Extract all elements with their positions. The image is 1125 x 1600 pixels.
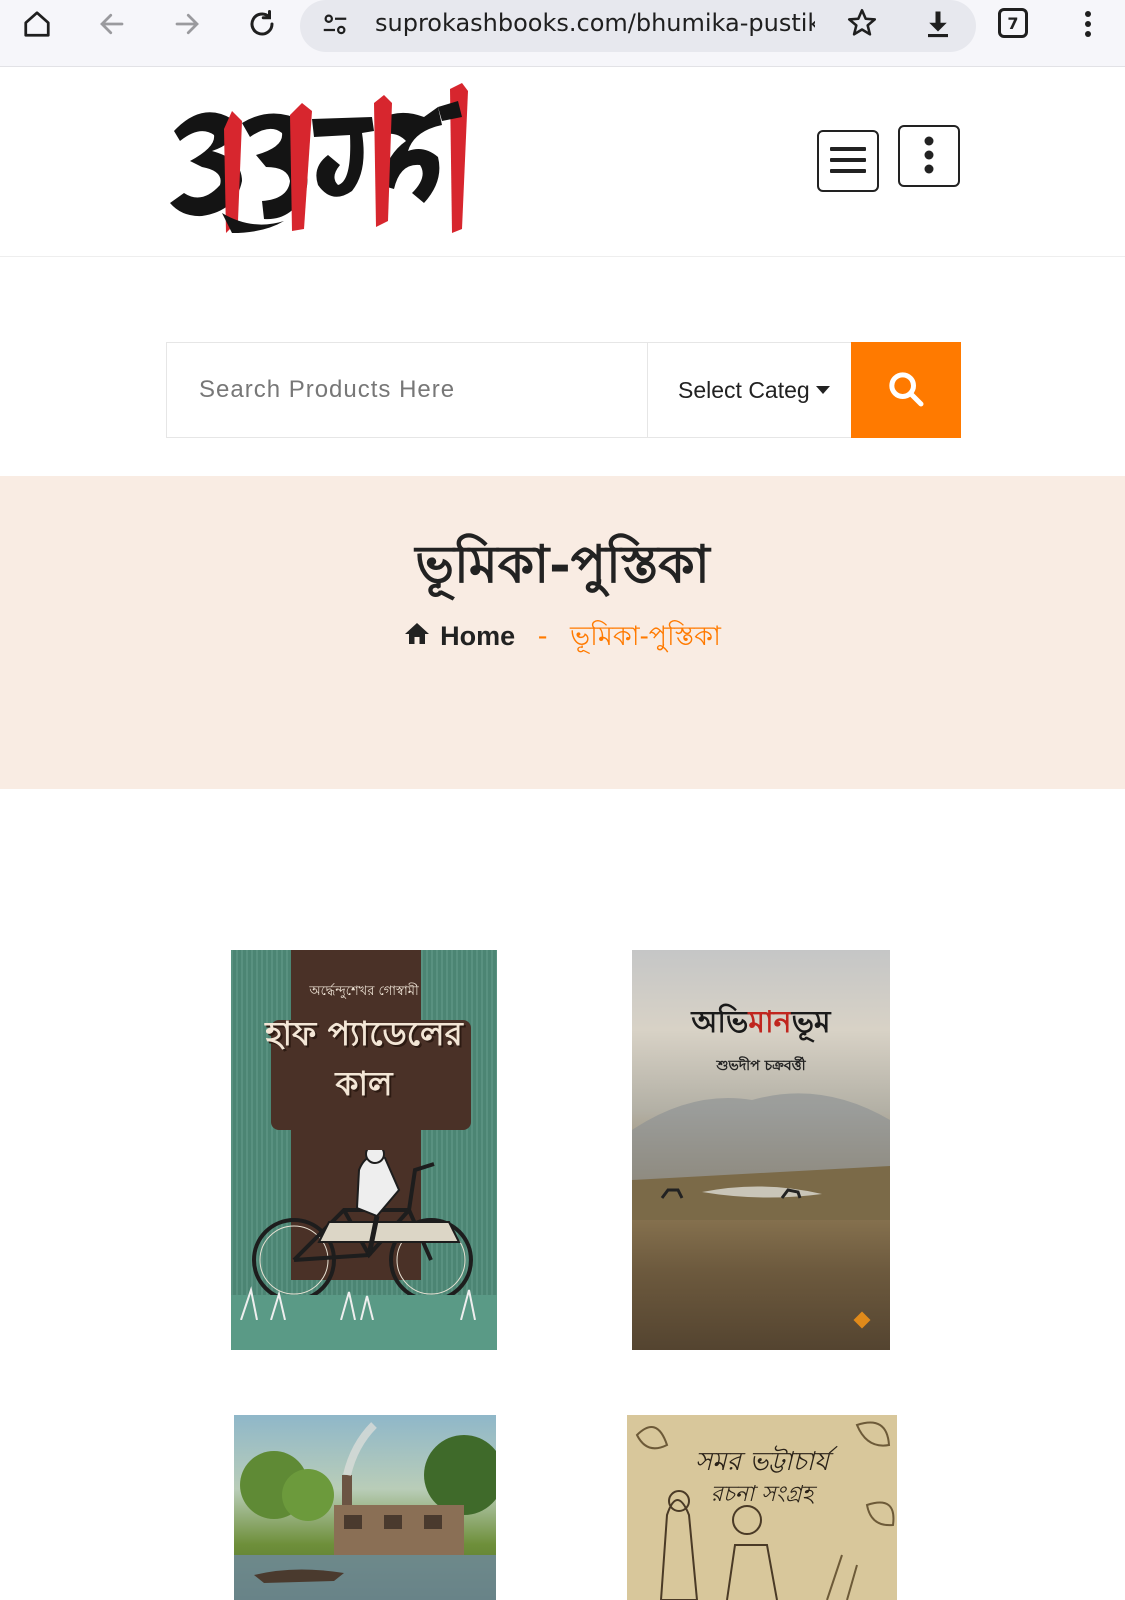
site-header <box>0 67 1125 257</box>
search-icon <box>886 369 926 412</box>
product-card[interactable]: অর্দ্ধেন্দুশেখর গোস্বামী হাফ প্যাডেলের ক… <box>231 950 497 1350</box>
breadcrumb-home-link[interactable]: Home <box>404 621 515 652</box>
more-options-button[interactable] <box>898 125 960 187</box>
product-card[interactable]: অভিমানভূম শুভদীপ চক্রবর্ত্তী <box>632 950 890 1350</box>
book-title-part: ভূম <box>791 1005 831 1040</box>
book-author: অর্দ্ধেন্দুশেখর গোস্বামী <box>309 984 419 999</box>
landscape-illustration <box>632 1093 890 1220</box>
publisher-mark <box>853 1311 871 1329</box>
url-text[interactable]: suprokashbooks.com/bhumika-pustika <box>375 9 815 37</box>
more-vertical-icon <box>924 135 934 178</box>
book-title-line2: রচনা সংগ্রহ <box>710 1482 814 1507</box>
product-search-bar: Select Categ <box>166 342 961 438</box>
grass-illustration <box>240 1286 476 1320</box>
product-card[interactable] <box>234 1415 496 1600</box>
book-title-line2: কাল <box>335 1064 393 1103</box>
home-icon[interactable] <box>17 4 57 44</box>
book-author: শুভদীপ চক্রবর্ত্তী <box>716 1058 806 1074</box>
reload-icon[interactable] <box>242 4 282 44</box>
back-icon[interactable] <box>92 4 132 44</box>
page-title-banner: ভূমিকা-পুস্তিকা Home - ভূমিকা-পুস্তিকা <box>0 476 1125 789</box>
search-input[interactable] <box>167 343 647 437</box>
book-title-part: অভি <box>691 1005 749 1040</box>
search-button[interactable] <box>851 342 961 438</box>
product-card[interactable]: সমর ভট্টাচার্য রচনা সংগ্রহ <box>627 1415 897 1600</box>
book-title-line1: হাফ প্যাডেলের <box>265 1014 463 1053</box>
site-logo[interactable] <box>162 81 482 241</box>
caret-down-icon <box>816 386 830 394</box>
hamburger-menu-icon <box>830 145 866 178</box>
menu-button[interactable] <box>817 130 879 192</box>
breadcrumb: Home - ভূমিকা-পুস্তিকা <box>0 616 1125 661</box>
book-title-part-highlight: মান <box>748 1005 792 1040</box>
home-icon <box>404 621 430 652</box>
forward-icon[interactable] <box>167 4 207 44</box>
breadcrumb-current: ভূমিকা-পুস্তিকা <box>570 621 721 652</box>
factory-landscape-illustration <box>234 1422 496 1600</box>
address-bar[interactable]: suprokashbooks.com/bhumika-pustika <box>300 0 976 52</box>
page-title: ভূমিকা-পুস্তিকা <box>415 534 710 595</box>
category-select-label: Select Categ <box>678 376 810 403</box>
download-icon[interactable] <box>918 4 958 44</box>
tabs-icon[interactable]: 7 <box>998 8 1028 38</box>
breadcrumb-separator: - <box>537 621 548 652</box>
site-settings-icon[interactable] <box>320 10 350 44</box>
breadcrumb-home-label: Home <box>440 621 516 651</box>
category-select[interactable]: Select Categ <box>647 343 851 437</box>
bookmark-star-icon[interactable] <box>845 6 879 44</box>
book-title: অভিমানভূম <box>632 998 890 1049</box>
more-icon[interactable] <box>1068 4 1108 44</box>
browser-toolbar: suprokashbooks.com/bhumika-pustika 7 <box>0 0 1125 67</box>
